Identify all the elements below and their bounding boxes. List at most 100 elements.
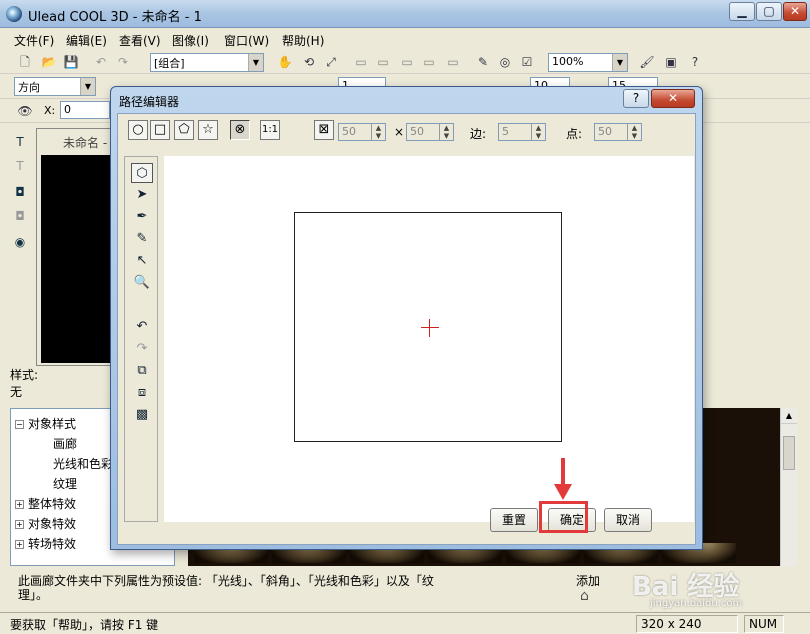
baidu-watermark-url: jingyan.baidu.com <box>650 598 743 609</box>
gallery-scrollbar[interactable]: ▲ <box>780 408 797 566</box>
edit-geometry-icon[interactable]: ◘ <box>10 206 30 226</box>
star-shape-icon[interactable]: ☆ <box>198 120 218 140</box>
x-label: X: <box>44 104 56 117</box>
path-canvas[interactable] <box>164 156 694 522</box>
style-area: 样式: 无 <box>10 366 110 406</box>
tree-item-object-effects[interactable]: + 对象特效 <box>15 515 76 532</box>
actual-size-icon[interactable]: 1:1 <box>260 120 280 140</box>
center-tool-icon[interactable]: ⊗ <box>230 120 250 140</box>
menu-bar: 文件(F) 编辑(E) 查看(V) 图像(I) 窗口(W) 帮助(H) <box>0 29 810 49</box>
menu-help[interactable]: 帮助(H) <box>282 32 324 49</box>
tree-item-transition-effects[interactable]: + 转场特效 <box>15 535 76 552</box>
group-tool-icon[interactable]: ▭ <box>444 53 462 71</box>
menu-image[interactable]: 图像(I) <box>172 32 209 49</box>
x-field[interactable]: 0 <box>60 101 110 119</box>
palette-icon[interactable]: ▣ <box>662 53 680 71</box>
light-icon[interactable]: ✎ <box>474 53 492 71</box>
tree-item-light-color[interactable]: 光线和色彩 <box>53 455 113 472</box>
select-arrow-icon[interactable]: ➤ <box>131 185 153 205</box>
width-spinner[interactable]: 50 ▲ ▼ <box>338 123 386 141</box>
document-canvas[interactable] <box>41 155 111 363</box>
align-tool-icon[interactable]: ▭ <box>374 53 392 71</box>
add-to-gallery-icon[interactable]: ⌂ <box>580 588 589 604</box>
path-editor-dialog: 路径编辑器 ? ✕ ○ □ ⬠ ☆ ⊗ 1:1 ⊠ 50 ▲ ▼ × 50 ▲ ▼ … <box>110 86 703 550</box>
collapse-icon[interactable]: − <box>15 420 24 429</box>
status-canvas-size: 320 x 240 <box>636 615 738 633</box>
spinner-arrows-icon[interactable]: ▲ ▼ <box>627 124 641 140</box>
menu-view[interactable]: 查看(V) <box>119 32 161 49</box>
tree-item-global-effects[interactable]: + 整体特效 <box>15 495 76 512</box>
object-group-combo[interactable]: [组合] ▼ <box>150 53 264 72</box>
insert-text-icon[interactable]: T <box>10 132 30 152</box>
distribute-tool-icon[interactable]: ▭ <box>398 53 416 71</box>
check-edit-icon[interactable]: ☑ <box>518 53 536 71</box>
delete-point-pen-icon[interactable]: ✎ <box>131 229 153 249</box>
sides-spinner[interactable]: 5 ▲ ▼ <box>498 123 546 141</box>
tree-item-label: 画廊 <box>53 437 78 451</box>
insert-shape-icon[interactable]: ◉ <box>10 232 30 252</box>
scroll-up-icon[interactable]: ▲ <box>781 408 797 424</box>
save-icon[interactable]: 💾 <box>62 53 80 71</box>
expand-icon[interactable]: + <box>15 540 24 549</box>
cancel-button[interactable]: 取消 <box>604 508 652 532</box>
add-point-pen-icon[interactable]: ✒ <box>131 207 153 227</box>
new-file-icon[interactable]: 🗋 <box>16 53 34 71</box>
document-tab[interactable]: 未命名 - <box>39 131 111 153</box>
import-image-icon[interactable]: ⧉ <box>131 361 153 381</box>
resize-object-icon[interactable]: ⤢ <box>322 53 340 71</box>
maximize-button[interactable]: ▢ <box>756 2 782 21</box>
spinner-arrows-icon[interactable]: ▲ ▼ <box>371 124 385 140</box>
position-tool-icon[interactable]: ▭ <box>352 53 370 71</box>
menu-edit[interactable]: 编辑(E) <box>66 32 107 49</box>
help-pointer-icon[interactable]: ? <box>686 53 704 71</box>
points-value: 50 <box>598 125 612 138</box>
globe-icon[interactable]: ◎ <box>496 53 514 71</box>
menu-file[interactable]: 文件(F) <box>14 32 54 49</box>
reset-button[interactable]: 重置 <box>490 508 538 532</box>
direction-combo[interactable]: 方向 ▼ <box>14 77 96 96</box>
redo-icon[interactable]: ↷ <box>114 53 132 71</box>
height-spinner[interactable]: 50 ▲ ▼ <box>406 123 454 141</box>
menu-window[interactable]: 窗口(W) <box>224 32 269 49</box>
order-tool-icon[interactable]: ▭ <box>420 53 438 71</box>
scroll-thumb[interactable] <box>783 436 795 470</box>
paint-icon[interactable]: 🖌 <box>638 53 656 71</box>
undo-icon[interactable]: ↶ <box>92 53 110 71</box>
expand-icon[interactable]: + <box>15 500 24 509</box>
height-value: 50 <box>410 125 424 138</box>
undo-icon[interactable]: ↶ <box>131 317 153 337</box>
dialog-close-button[interactable]: ✕ <box>651 89 695 108</box>
rotate-object-icon[interactable]: ⟲ <box>300 53 318 71</box>
paste-path-icon[interactable]: ▩ <box>131 405 153 425</box>
annotation-arrow-icon <box>554 484 572 500</box>
x-field-value: 0 <box>64 103 71 116</box>
spinner-arrows-icon[interactable]: ▲ ▼ <box>531 124 545 140</box>
insert-geometry-icon[interactable]: ◘ <box>10 182 30 202</box>
path-shape-square[interactable] <box>294 212 562 442</box>
dialog-help-button[interactable]: ? <box>623 89 649 108</box>
close-button[interactable]: ✕ <box>783 2 807 21</box>
circle-shape-icon[interactable]: ○ <box>128 120 148 140</box>
tree-item-gallery[interactable]: 画廊 <box>53 435 77 452</box>
convert-point-icon[interactable]: ↖ <box>131 251 153 271</box>
minimize-button[interactable]: ▁ <box>729 2 755 21</box>
pan-hand-icon[interactable]: ✋ <box>276 53 294 71</box>
hexagon-tool-icon[interactable]: ⬡ <box>131 163 153 183</box>
square-shape-icon[interactable]: □ <box>150 120 170 140</box>
copy-path-icon[interactable]: ⧈ <box>131 383 153 403</box>
edit-text-icon[interactable]: T <box>10 156 30 176</box>
expand-icon[interactable]: + <box>15 520 24 529</box>
tree-item-object-style[interactable]: − 对象样式 <box>15 415 76 432</box>
open-folder-icon[interactable]: 📂 <box>40 53 58 71</box>
spinner-arrows-icon[interactable]: ▲ ▼ <box>439 124 453 140</box>
points-spinner[interactable]: 50 ▲ ▼ <box>594 123 642 141</box>
zoom-combo[interactable]: 100% ▼ <box>548 53 628 72</box>
pentagon-shape-icon[interactable]: ⬠ <box>174 120 194 140</box>
tree-item-texture[interactable]: 纹理 <box>53 475 77 492</box>
position-icon[interactable]: 👁 <box>16 102 34 120</box>
bounding-box-icon[interactable]: ⊠ <box>314 120 334 140</box>
redo-icon[interactable]: ↷ <box>131 339 153 359</box>
width-value: 50 <box>342 125 356 138</box>
zoom-icon[interactable]: 🔍 <box>131 273 153 293</box>
add-label[interactable]: 添加 <box>576 572 600 589</box>
